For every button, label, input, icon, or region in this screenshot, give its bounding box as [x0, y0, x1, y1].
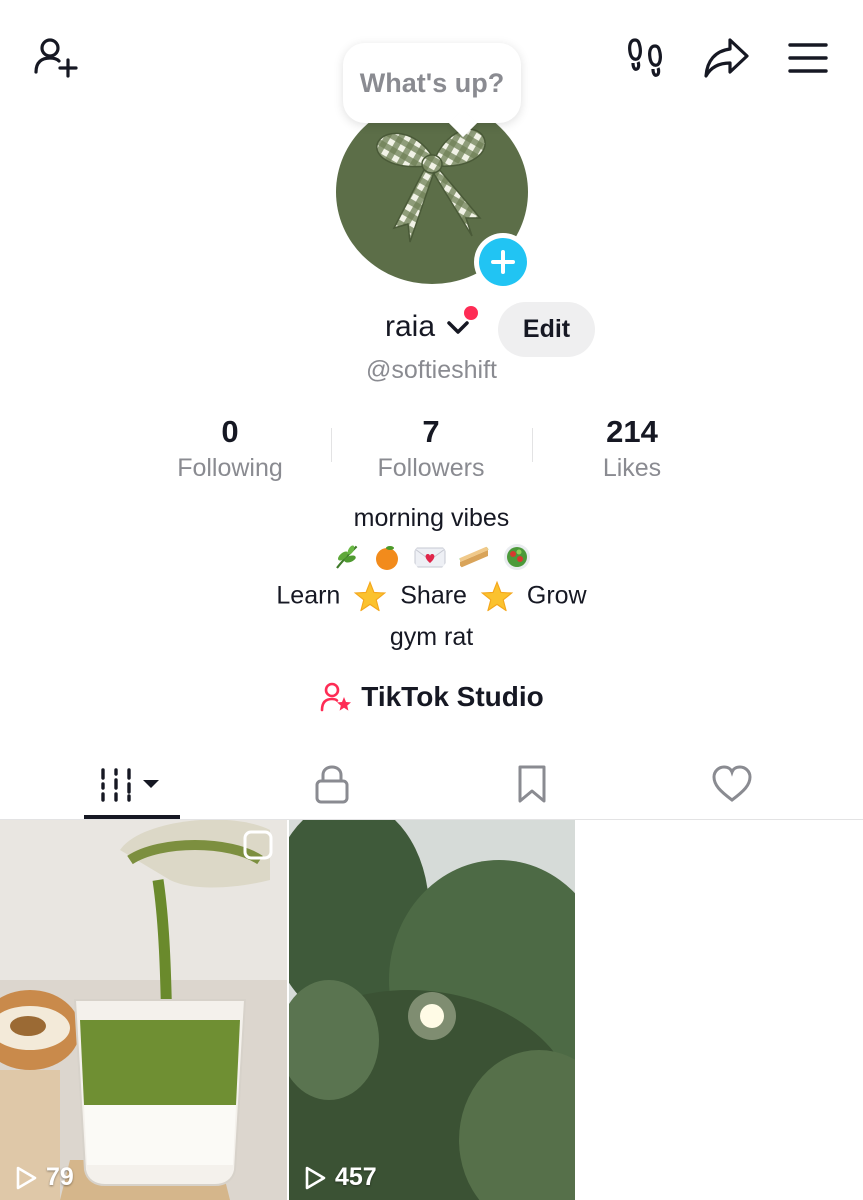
- add-avatar-button[interactable]: [474, 233, 532, 291]
- tab-liked[interactable]: [672, 752, 792, 816]
- profile-name[interactable]: raia: [385, 310, 471, 344]
- bio-line-1: morning vibes: [353, 504, 510, 532]
- tab-private[interactable]: [272, 752, 392, 816]
- bio-word: Grow: [526, 581, 587, 610]
- video-thumbnail-1[interactable]: 79: [0, 820, 287, 1200]
- bookmark-icon: [518, 765, 546, 803]
- play-icon: [305, 1166, 326, 1189]
- profile-name-text: raia: [385, 310, 436, 343]
- bio-line-4: gym rat: [389, 623, 474, 651]
- status-bubble[interactable]: What's up?: [343, 43, 521, 123]
- stat-value: 214: [606, 414, 658, 449]
- plus-icon: [491, 250, 515, 274]
- tab-videos[interactable]: [72, 752, 192, 816]
- view-count: 457: [303, 1163, 377, 1192]
- studio-label: TikTok Studio: [361, 681, 544, 712]
- notification-dot: [464, 306, 478, 320]
- username-handle: @softieshift: [366, 356, 497, 384]
- sandwich-icon: [459, 546, 490, 569]
- glowing-star-icon: [480, 580, 514, 612]
- salad-icon: [504, 544, 531, 571]
- stat-label: Followers: [377, 454, 485, 482]
- edit-profile-button[interactable]: Edit: [498, 302, 595, 357]
- stat-value: 0: [221, 414, 239, 449]
- bio-word: Learn: [276, 581, 341, 610]
- lock-icon: [315, 765, 349, 804]
- videos-grid-icon: [101, 768, 159, 802]
- heart-icon: [712, 765, 752, 802]
- tiktok-studio-link[interactable]: TikTok Studio: [0, 680, 863, 714]
- tab-saved[interactable]: [472, 752, 592, 816]
- olive-tree-image: [289, 820, 575, 1200]
- play-icon: [16, 1166, 37, 1189]
- bio-line-3: Learn Share Grow: [0, 580, 863, 614]
- stat-following[interactable]: 0 Following: [130, 412, 330, 484]
- herb-icon: [335, 545, 358, 570]
- love-letter-icon: [414, 547, 445, 568]
- stat-followers[interactable]: 7 Followers: [331, 412, 531, 484]
- creator-star-icon: [320, 682, 352, 712]
- stat-label: Following: [177, 454, 283, 482]
- view-count: 79: [14, 1163, 74, 1192]
- share-icon[interactable]: [700, 32, 752, 84]
- matcha-latte-image: [0, 820, 287, 1200]
- bio-word: Share: [400, 581, 467, 610]
- video-thumbnail-2[interactable]: 457: [289, 820, 575, 1200]
- view-count-text: 79: [46, 1163, 74, 1191]
- bio-emoji-row: [0, 542, 863, 576]
- glowing-star-icon: [354, 580, 387, 612]
- add-friend-icon[interactable]: [28, 32, 80, 84]
- stat-label: Likes: [602, 454, 662, 482]
- stat-likes[interactable]: 214 Likes: [532, 412, 732, 484]
- stat-value: 7: [422, 414, 440, 449]
- view-count-text: 457: [335, 1163, 377, 1191]
- chevron-down-icon: [447, 321, 470, 334]
- orange-icon: [375, 546, 398, 571]
- menu-icon[interactable]: [782, 32, 834, 84]
- footprints-icon[interactable]: [621, 32, 673, 84]
